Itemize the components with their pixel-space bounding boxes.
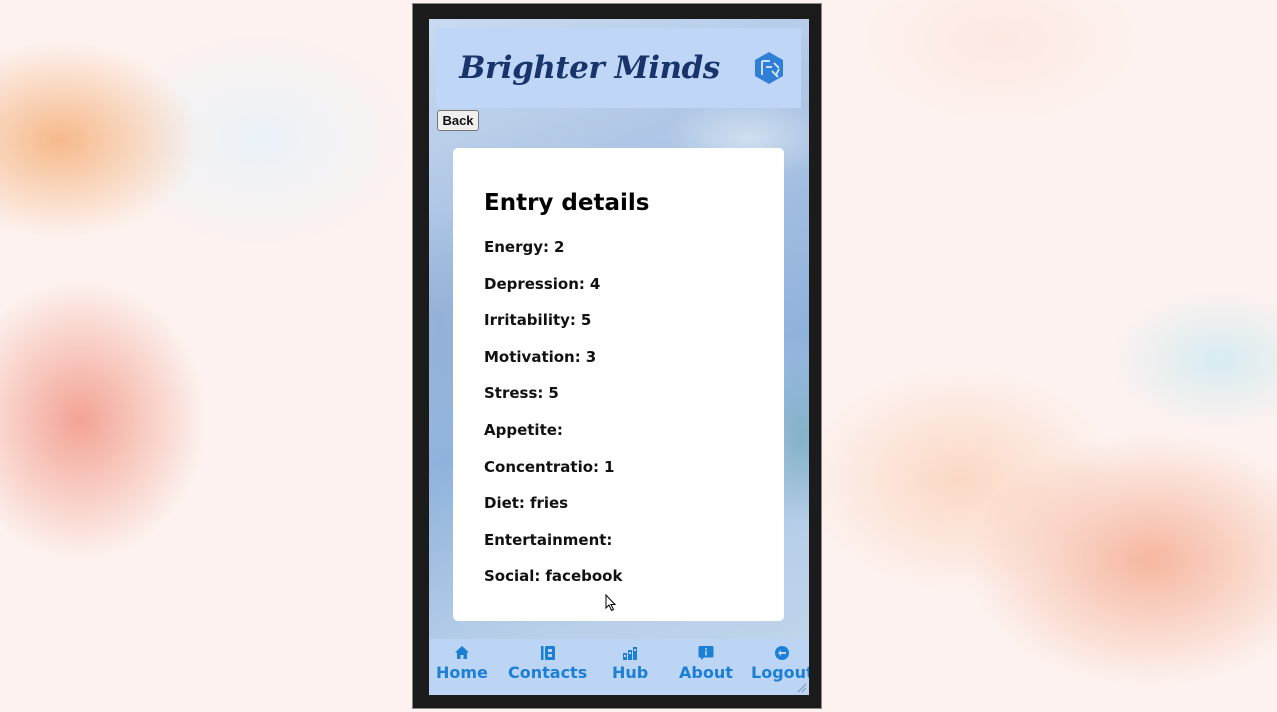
back-button[interactable]: Back — [437, 110, 479, 131]
field-appetite: Appetite: — [484, 421, 784, 458]
bottom-nav: Home Contacts Hub About Logout — [429, 639, 809, 695]
nav-hub[interactable]: Hub — [612, 645, 648, 683]
field-energy: Energy: 2 — [484, 238, 784, 275]
brand-title: Brighter Minds — [459, 50, 720, 86]
field-entertainment: Entertainment: — [484, 531, 784, 568]
field-value: fries — [529, 494, 569, 513]
field-label: Concentratio: — [484, 457, 600, 476]
nav-home-label: Home — [436, 663, 488, 682]
nav-logout-label: Logout — [751, 663, 809, 682]
field-value: facebook — [545, 567, 623, 586]
field-value: 5 — [548, 384, 559, 403]
field-diet: Diet: fries — [484, 494, 784, 531]
field-label: Irritability: — [484, 311, 576, 330]
field-value: 3 — [585, 347, 597, 366]
field-label: Energy: — [484, 238, 550, 256]
field-label: Motivation: — [484, 347, 581, 366]
resize-handle-icon[interactable] — [797, 683, 807, 693]
nav-contacts-label: Contacts — [508, 663, 588, 682]
field-label: Entertainment: — [484, 530, 613, 549]
nav-about-label: About — [679, 663, 733, 682]
field-irritability: Irritability: 5 — [484, 311, 784, 348]
field-label: Social: — [484, 567, 541, 586]
app-header: Brighter Minds — [436, 28, 801, 108]
brain-cube-logo-icon — [754, 52, 783, 84]
logout-icon — [775, 646, 790, 660]
field-label: Diet: — [484, 494, 525, 513]
field-depression: Depression: 4 — [484, 275, 784, 312]
field-label: Depression: — [484, 274, 585, 293]
nav-contacts[interactable]: Contacts — [508, 645, 587, 683]
contacts-icon — [540, 646, 555, 660]
field-motivation: Motivation: 3 — [484, 348, 784, 385]
app-screen: Brighter Minds Back Entry details Energy… — [429, 19, 809, 695]
field-value: 1 — [604, 457, 615, 476]
field-social: Social: facebook — [484, 567, 784, 604]
hub-icon — [623, 647, 638, 660]
field-label: Stress: — [484, 384, 544, 403]
mouse-pointer-icon — [605, 594, 617, 612]
home-icon — [454, 646, 469, 659]
nav-home[interactable]: Home — [436, 645, 488, 683]
nav-hub-label: Hub — [612, 663, 649, 682]
entry-details-title: Entry details — [484, 190, 650, 216]
field-concentration: Concentratio: 1 — [484, 458, 784, 495]
nav-about[interactable]: About — [679, 645, 733, 683]
device-frame: Brighter Minds Back Entry details Energy… — [412, 3, 822, 709]
entry-details-card: Entry details Energy: 2 Depression: 4 Irri… — [453, 148, 784, 621]
nav-logout[interactable]: Logout — [751, 645, 809, 683]
about-icon — [698, 646, 714, 660]
field-value: 4 — [589, 274, 601, 293]
field-label: Appetite: — [484, 420, 563, 439]
field-value: 5 — [580, 311, 592, 330]
field-value: 2 — [554, 238, 565, 256]
field-stress: Stress: 5 — [484, 384, 784, 421]
